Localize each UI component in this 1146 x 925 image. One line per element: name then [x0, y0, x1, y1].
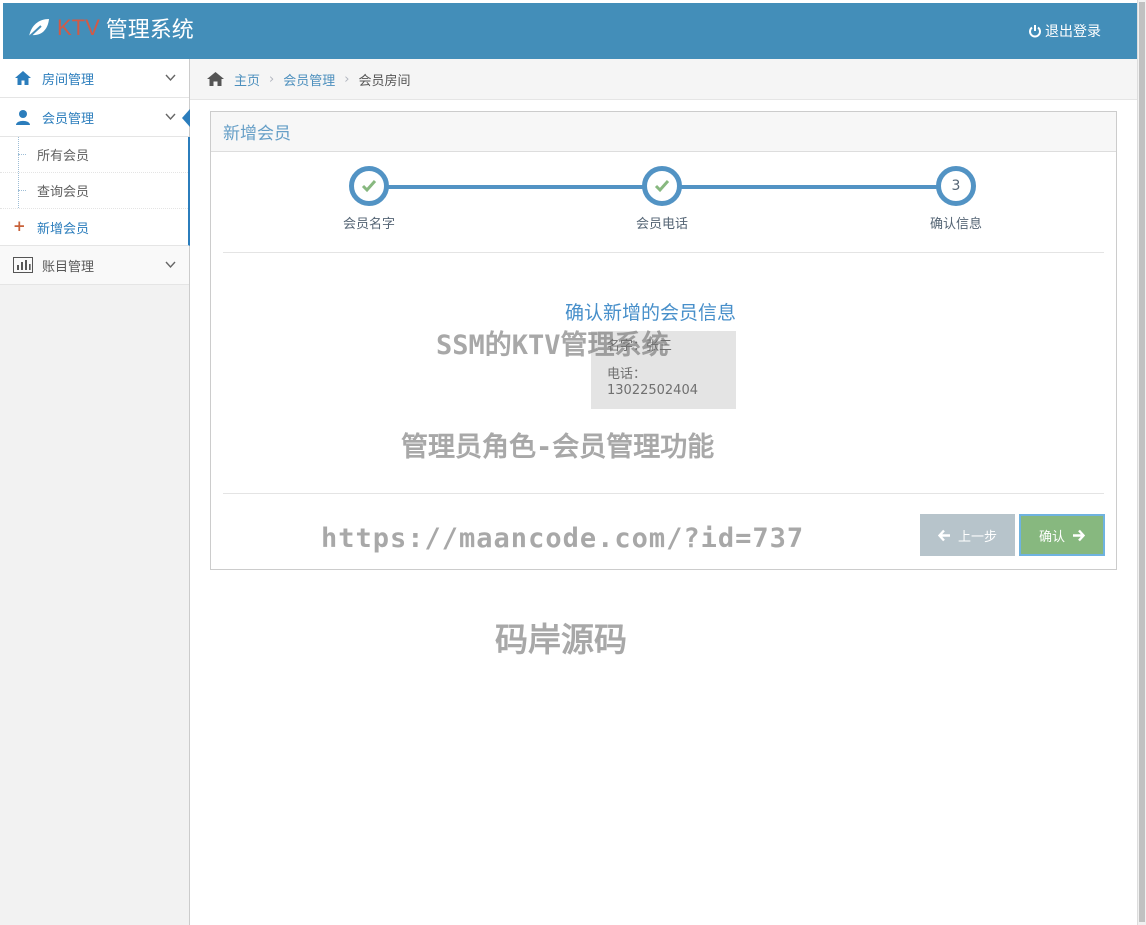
member-phone-label: 电话：: [607, 367, 647, 382]
step-circle: 3: [936, 166, 976, 206]
sidebar-subitem-search-members[interactable]: 查询会员: [0, 173, 188, 209]
divider: [223, 252, 1104, 253]
home-icon: [13, 69, 33, 87]
sidebar-subitem-all-members[interactable]: 所有会员: [0, 137, 188, 173]
leaf-icon: [25, 15, 51, 41]
widget-title-text: 新增会员: [223, 124, 291, 144]
breadcrumb-section[interactable]: 会员管理: [283, 70, 335, 89]
breadcrumb-home[interactable]: 主页: [234, 70, 260, 89]
sidebar-item-label: 账目管理: [42, 259, 95, 275]
chevron-down-icon: [165, 259, 176, 270]
sidebar-subitem-add-member[interactable]: + 新增会员: [0, 209, 188, 245]
brand[interactable]: KTV 管理系统: [25, 12, 194, 44]
check-icon: [361, 180, 377, 193]
home-icon: [206, 71, 225, 87]
step-label: 会员电话: [635, 217, 688, 232]
step-number: 3: [951, 178, 961, 194]
step-circle: [642, 166, 682, 206]
wizard-steps: 会员名字 会员电话 3 确认信息: [211, 166, 1116, 236]
sidebar-subitem-label: 新增会员: [37, 221, 90, 237]
sidebar: 房间管理 会员管理 所有会员 查询会员 + 新增会员 账目管理: [0, 59, 190, 925]
breadcrumb-separator: ›: [344, 71, 350, 87]
confirm-label: 确认: [1038, 529, 1065, 545]
sidebar-item-label: 房间管理: [42, 72, 95, 88]
arrow-right-icon: [1072, 529, 1085, 542]
sidebar-item-members[interactable]: 会员管理: [0, 98, 190, 137]
step-circle: [349, 166, 389, 206]
widget-title: 新增会员: [211, 112, 1116, 152]
brand-prefix: KTV: [57, 15, 100, 40]
sidebar-item-label: 会员管理: [42, 111, 95, 127]
member-phone-value: 13022502404: [607, 383, 698, 398]
step-member-phone[interactable]: 会员电话: [607, 166, 717, 232]
confirm-button[interactable]: 确认: [1019, 514, 1105, 556]
top-navbar: KTV 管理系统 退出登录: [3, 3, 1137, 59]
logout-label: 退出登录: [1045, 24, 1101, 40]
breadcrumb: 主页 › 会员管理 › 会员房间: [190, 59, 1137, 100]
prev-step-label: 上一步: [957, 529, 997, 545]
sidebar-subitem-label: 所有会员: [37, 149, 90, 164]
prev-step-button[interactable]: 上一步: [920, 514, 1015, 556]
plus-icon: +: [13, 217, 26, 235]
user-icon: [13, 108, 33, 126]
member-info-box: 名字：张三 电话： 13022502404: [591, 331, 736, 409]
watermark-text: 码岸源码: [495, 620, 627, 659]
chevron-down-icon: [165, 72, 176, 83]
step-label: 确认信息: [929, 217, 982, 232]
scrollbar[interactable]: [1137, 0, 1146, 925]
power-icon: [1028, 24, 1042, 38]
arrow-left-icon: [937, 529, 951, 542]
scrollbar-thumb[interactable]: [1139, 2, 1145, 922]
members-submenu: 所有会员 查询会员 + 新增会员: [0, 137, 190, 246]
divider: [223, 493, 1104, 494]
confirm-title: 确认新增的会员信息: [565, 302, 737, 324]
sidebar-subitem-label: 查询会员: [37, 185, 90, 200]
step-label: 会员名字: [342, 217, 395, 232]
bar-chart-icon: [13, 256, 33, 274]
breadcrumb-separator: ›: [269, 71, 275, 87]
check-icon: [654, 180, 670, 193]
chevron-down-icon: [165, 111, 176, 122]
logout-button[interactable]: 退出登录: [1028, 21, 1101, 41]
step-member-name[interactable]: 会员名字: [314, 166, 424, 232]
add-member-widget: 新增会员 会员名字 会员电话 3 确认信息 确认新增的会员信息 名字：张三 电话…: [210, 111, 1117, 570]
sidebar-item-accounts[interactable]: 账目管理: [0, 246, 189, 285]
step-confirm-info[interactable]: 3 确认信息: [901, 166, 1011, 232]
sidebar-item-rooms[interactable]: 房间管理: [0, 59, 189, 98]
brand-title: 管理系统: [105, 18, 194, 43]
member-name-line: 名字：张三: [607, 339, 673, 354]
breadcrumb-current: 会员房间: [358, 73, 411, 89]
